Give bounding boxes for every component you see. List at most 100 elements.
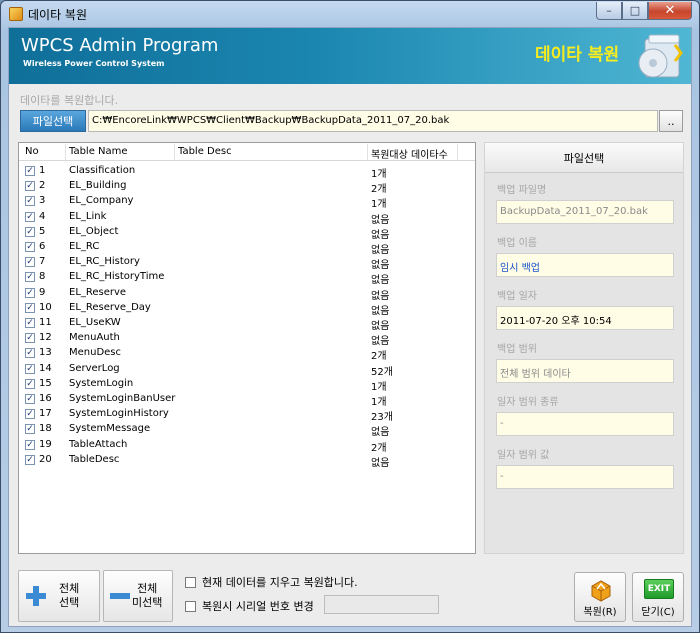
table-row[interactable]: ✓ 18 SystemMessage 없음: [19, 422, 475, 439]
row-restore-count: 23개: [371, 412, 393, 424]
table-row[interactable]: ✓ 13 MenuDesc 2개: [19, 346, 475, 363]
table-row[interactable]: ✓ 19 TableAttach 2개: [19, 438, 475, 454]
info-field-value: 2011-07-20 오후 10:54: [496, 306, 674, 330]
row-checkbox[interactable]: ✓: [25, 424, 35, 435]
title-bar[interactable]: 데이타 복원 – □ ✕: [1, 1, 699, 27]
select-all-button[interactable]: 전체 선택: [18, 570, 100, 622]
deselect-all-button[interactable]: 전체 미선택: [103, 570, 173, 622]
table-row[interactable]: ✓ 3 EL_Company 1개: [19, 194, 475, 211]
table-row[interactable]: ✓ 12 MenuAuth 없음: [19, 331, 475, 347]
row-table-name: EL_RC_History: [69, 256, 140, 268]
row-checkbox[interactable]: ✓: [25, 287, 35, 298]
row-checkbox[interactable]: ✓: [25, 454, 35, 465]
table-row[interactable]: ✓ 6 EL_RC 없음: [19, 240, 475, 256]
row-table-name: ServerLog: [69, 362, 120, 374]
row-restore-count: 1개: [371, 381, 387, 393]
row-table-name: EL_Reserve: [69, 286, 127, 298]
table-row[interactable]: ✓ 9 EL_Reserve 없음: [19, 286, 475, 302]
row-no: 7: [39, 256, 46, 268]
file-path-field[interactable]: C:₩EncoreLink₩WPCS₩Client₩Backup₩BackupD…: [88, 110, 658, 132]
browse-button[interactable]: ..: [659, 110, 683, 132]
info-field-label: 일자 범위 종류: [497, 397, 559, 408]
table-row[interactable]: ✓ 16 SystemLoginBanUser 1개: [19, 392, 475, 408]
change-serial-option[interactable]: 복원시 시리얼 번호 변경: [185, 598, 314, 614]
row-restore-count: 2개: [371, 351, 387, 363]
change-serial-checkbox[interactable]: [185, 600, 196, 612]
row-checkbox[interactable]: ✓: [25, 257, 35, 268]
app-subtitle: Wireless Power Control System: [23, 59, 165, 68]
table-row[interactable]: ✓ 4 EL_Link 없음: [19, 210, 475, 226]
row-checkbox[interactable]: ✓: [25, 196, 35, 207]
close-window-button[interactable]: ✕: [648, 2, 692, 20]
close-icon: ✕: [664, 3, 676, 18]
restore-window: 데이타 복원 – □ ✕ WPCS Admin Program Wireless…: [0, 0, 700, 633]
row-checkbox[interactable]: ✓: [25, 242, 35, 252]
clear-before-restore-checkbox[interactable]: [185, 576, 196, 588]
close-button[interactable]: EXIT 닫기(C): [632, 572, 684, 622]
backup-disk-icon: [638, 34, 683, 78]
column-restore-count[interactable]: 복원대상 데이타수: [371, 146, 448, 161]
row-checkbox[interactable]: ✓: [25, 363, 35, 374]
table-row[interactable]: ✓ 8 EL_RC_HistoryTime 없음: [19, 270, 475, 287]
info-header: 파일선택: [485, 143, 683, 173]
table-row[interactable]: ✓ 5 EL_Object 없음: [19, 225, 475, 241]
table-row[interactable]: ✓ 11 EL_UseKW 없음: [19, 316, 475, 332]
window-title: 데이타 복원: [28, 8, 88, 22]
row-checkbox[interactable]: ✓: [25, 166, 35, 176]
row-checkbox[interactable]: ✓: [25, 302, 35, 313]
row-table-name: SystemLoginHistory: [69, 408, 169, 420]
column-table-desc[interactable]: Table Desc: [178, 146, 232, 157]
table-row[interactable]: ✓ 15 SystemLogin 1개: [19, 377, 475, 393]
row-checkbox[interactable]: ✓: [25, 394, 35, 404]
row-checkbox[interactable]: ✓: [25, 181, 35, 192]
clear-before-restore-option[interactable]: 현재 데이터를 지우고 복원합니다.: [185, 574, 358, 590]
table-row[interactable]: ✓ 14 ServerLog 52개: [19, 362, 475, 378]
row-restore-count: 1개: [371, 199, 387, 211]
hint-text: 데이타를 복원합니다.: [20, 94, 119, 107]
row-checkbox[interactable]: ✓: [25, 333, 35, 344]
app-title: WPCS Admin Program: [21, 35, 219, 56]
row-checkbox[interactable]: ✓: [25, 272, 35, 283]
row-no: 4: [39, 210, 46, 222]
minimize-button[interactable]: –: [596, 2, 622, 20]
table-row[interactable]: ✓ 17 SystemLoginHistory 23개: [19, 407, 475, 424]
row-no: 2: [39, 180, 46, 192]
row-no: 5: [39, 225, 46, 237]
row-restore-count: 없음: [371, 290, 390, 302]
row-table-name: MenuAuth: [69, 332, 120, 344]
column-table-name[interactable]: Table Name: [69, 146, 128, 157]
serial-number-input[interactable]: [324, 595, 439, 614]
file-select-button[interactable]: 파일선택: [20, 110, 86, 132]
row-checkbox[interactable]: ✓: [25, 348, 35, 359]
row-restore-count: 1개: [371, 169, 387, 180]
column-no[interactable]: No: [25, 146, 39, 157]
row-no: 11: [39, 317, 52, 328]
info-field-value: -: [496, 465, 674, 489]
row-checkbox[interactable]: ✓: [25, 409, 35, 420]
table-row[interactable]: ✓ 10 EL_Reserve_Day 없음: [19, 301, 475, 317]
table-row[interactable]: ✓ 7 EL_RC_History 없음: [19, 255, 475, 271]
row-table-name: Classification: [69, 165, 136, 176]
row-checkbox[interactable]: ✓: [25, 439, 35, 450]
table-row[interactable]: ✓ 1 Classification 1개: [19, 164, 475, 180]
row-restore-count: 없음: [371, 427, 390, 439]
info-field-label: 백업 파일명: [497, 185, 547, 196]
row-restore-count: 없음: [371, 275, 390, 287]
table-row[interactable]: ✓ 20 TableDesc 없음: [19, 453, 475, 469]
row-restore-count: 없음: [371, 457, 390, 469]
change-serial-label: 복원시 시리얼 번호 변경: [202, 600, 314, 613]
page-heading: 데이타 복원: [535, 45, 620, 65]
row-no: 19: [39, 438, 52, 450]
row-table-name: EL_RC: [69, 241, 100, 252]
row-checkbox[interactable]: ✓: [25, 226, 35, 237]
table-row[interactable]: ✓ 2 EL_Building 2개: [19, 179, 475, 195]
info-field-label: 백업 이름: [497, 238, 537, 249]
row-restore-count: 없음: [371, 321, 390, 332]
restore-button[interactable]: 복원(R): [574, 572, 626, 622]
maximize-button[interactable]: □: [622, 2, 648, 20]
row-checkbox[interactable]: ✓: [25, 211, 35, 222]
header-banner: WPCS Admin Program Wireless Power Contro…: [9, 28, 691, 84]
info-field-value: 임시 백업: [496, 253, 674, 277]
row-checkbox[interactable]: ✓: [25, 318, 35, 328]
row-checkbox[interactable]: ✓: [25, 378, 35, 389]
